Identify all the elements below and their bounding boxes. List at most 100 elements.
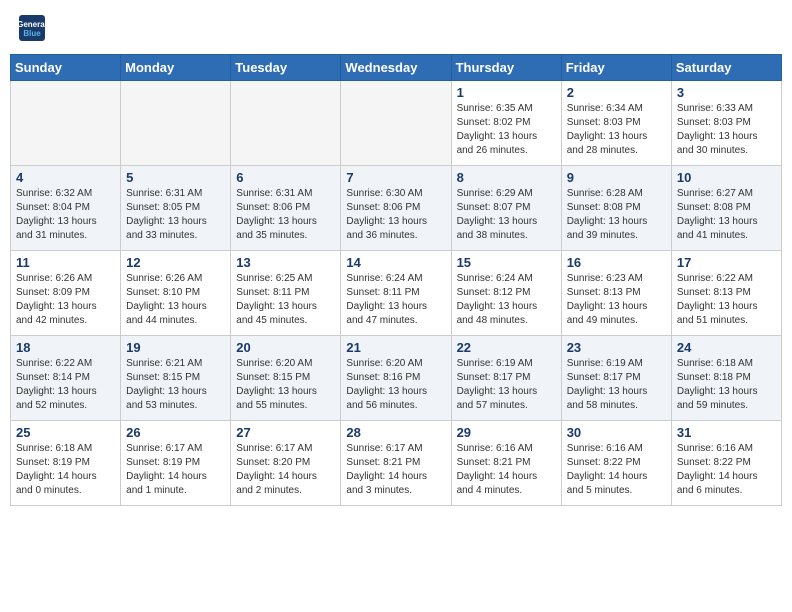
calendar-cell: 17 Sunrise: 6:22 AMSunset: 8:13 PMDayligh…: [671, 251, 781, 336]
day-number: 24: [677, 340, 776, 355]
day-number: 3: [677, 85, 776, 100]
calendar-cell: 21 Sunrise: 6:20 AMSunset: 8:16 PMDayligh…: [341, 336, 451, 421]
calendar-day-header: Friday: [561, 55, 671, 81]
day-number: 21: [346, 340, 445, 355]
calendar-table: SundayMondayTuesdayWednesdayThursdayFrid…: [10, 54, 782, 506]
day-number: 15: [457, 255, 556, 270]
calendar-cell: 7 Sunrise: 6:30 AMSunset: 8:06 PMDaylight…: [341, 166, 451, 251]
day-number: 5: [126, 170, 225, 185]
day-info: Sunrise: 6:28 AMSunset: 8:08 PMDaylight:…: [567, 187, 666, 243]
day-info: Sunrise: 6:18 AMSunset: 8:18 PMDaylight:…: [677, 357, 776, 413]
day-number: 2: [567, 85, 666, 100]
calendar-day-header: Tuesday: [231, 55, 341, 81]
day-number: 20: [236, 340, 335, 355]
calendar-cell: 23 Sunrise: 6:19 AMSunset: 8:17 PMDayligh…: [561, 336, 671, 421]
calendar-day-header: Wednesday: [341, 55, 451, 81]
calendar-cell: 22 Sunrise: 6:19 AMSunset: 8:17 PMDayligh…: [451, 336, 561, 421]
calendar-day-header: Saturday: [671, 55, 781, 81]
day-number: 19: [126, 340, 225, 355]
day-info: Sunrise: 6:17 AMSunset: 8:21 PMDaylight:…: [346, 442, 445, 498]
day-info: Sunrise: 6:22 AMSunset: 8:13 PMDaylight:…: [677, 272, 776, 328]
day-number: 28: [346, 425, 445, 440]
calendar-cell: [231, 81, 341, 166]
calendar-header-row: SundayMondayTuesdayWednesdayThursdayFrid…: [11, 55, 782, 81]
day-info: Sunrise: 6:27 AMSunset: 8:08 PMDaylight:…: [677, 187, 776, 243]
day-number: 27: [236, 425, 335, 440]
day-info: Sunrise: 6:22 AMSunset: 8:14 PMDaylight:…: [16, 357, 115, 413]
day-number: 8: [457, 170, 556, 185]
day-info: Sunrise: 6:31 AMSunset: 8:06 PMDaylight:…: [236, 187, 335, 243]
calendar-cell: 10 Sunrise: 6:27 AMSunset: 8:08 PMDayligh…: [671, 166, 781, 251]
day-number: 17: [677, 255, 776, 270]
day-number: 11: [16, 255, 115, 270]
day-info: Sunrise: 6:20 AMSunset: 8:16 PMDaylight:…: [346, 357, 445, 413]
day-number: 30: [567, 425, 666, 440]
calendar-cell: 12 Sunrise: 6:26 AMSunset: 8:10 PMDayligh…: [121, 251, 231, 336]
day-info: Sunrise: 6:32 AMSunset: 8:04 PMDaylight:…: [16, 187, 115, 243]
calendar-cell: 2 Sunrise: 6:34 AMSunset: 8:03 PMDaylight…: [561, 81, 671, 166]
day-number: 10: [677, 170, 776, 185]
calendar-cell: 25Sunrise: 6:18 AMSunset: 8:19 PMDayligh…: [11, 421, 121, 506]
day-number: 18: [16, 340, 115, 355]
calendar-cell: [341, 81, 451, 166]
calendar-cell: 16 Sunrise: 6:23 AMSunset: 8:13 PMDayligh…: [561, 251, 671, 336]
calendar-cell: 28 Sunrise: 6:17 AMSunset: 8:21 PMDayligh…: [341, 421, 451, 506]
calendar-cell: 18 Sunrise: 6:22 AMSunset: 8:14 PMDayligh…: [11, 336, 121, 421]
day-info: Sunrise: 6:16 AMSunset: 8:21 PMDaylight:…: [457, 442, 556, 498]
calendar-week-row: 18 Sunrise: 6:22 AMSunset: 8:14 PMDayligh…: [11, 336, 782, 421]
svg-text:General: General: [18, 20, 46, 29]
day-number: 29: [457, 425, 556, 440]
day-info: Sunrise: 6:17 AMSunset: 8:19 PMDaylight:…: [126, 442, 225, 498]
calendar-cell: 30Sunrise: 6:16 AMSunset: 8:22 PMDayligh…: [561, 421, 671, 506]
day-number: 7: [346, 170, 445, 185]
calendar-cell: 9 Sunrise: 6:28 AMSunset: 8:08 PMDaylight…: [561, 166, 671, 251]
calendar-cell: [121, 81, 231, 166]
calendar-cell: 8 Sunrise: 6:29 AMSunset: 8:07 PMDaylight…: [451, 166, 561, 251]
calendar-cell: 27 Sunrise: 6:17 AMSunset: 8:20 PMDayligh…: [231, 421, 341, 506]
day-info: Sunrise: 6:33 AMSunset: 8:03 PMDaylight:…: [677, 102, 776, 158]
day-info: Sunrise: 6:24 AMSunset: 8:12 PMDaylight:…: [457, 272, 556, 328]
day-info: Sunrise: 6:20 AMSunset: 8:15 PMDaylight:…: [236, 357, 335, 413]
day-info: Sunrise: 6:35 AMSunset: 8:02 PMDaylight:…: [457, 102, 556, 158]
day-info: Sunrise: 6:29 AMSunset: 8:07 PMDaylight:…: [457, 187, 556, 243]
day-info: Sunrise: 6:17 AMSunset: 8:20 PMDaylight:…: [236, 442, 335, 498]
calendar-day-header: Thursday: [451, 55, 561, 81]
day-number: 22: [457, 340, 556, 355]
calendar-cell: 26 Sunrise: 6:17 AMSunset: 8:19 PMDayligh…: [121, 421, 231, 506]
day-info: Sunrise: 6:26 AMSunset: 8:10 PMDaylight:…: [126, 272, 225, 328]
calendar-cell: 5 Sunrise: 6:31 AMSunset: 8:05 PMDaylight…: [121, 166, 231, 251]
calendar-cell: [11, 81, 121, 166]
day-number: 12: [126, 255, 225, 270]
day-number: 9: [567, 170, 666, 185]
day-number: 26: [126, 425, 225, 440]
calendar-day-header: Monday: [121, 55, 231, 81]
day-number: 16: [567, 255, 666, 270]
calendar-day-header: Sunday: [11, 55, 121, 81]
day-info: Sunrise: 6:19 AMSunset: 8:17 PMDaylight:…: [457, 357, 556, 413]
calendar-cell: 15 Sunrise: 6:24 AMSunset: 8:12 PMDayligh…: [451, 251, 561, 336]
calendar-cell: 24 Sunrise: 6:18 AMSunset: 8:18 PMDayligh…: [671, 336, 781, 421]
calendar-cell: 11Sunrise: 6:26 AMSunset: 8:09 PMDayligh…: [11, 251, 121, 336]
day-number: 6: [236, 170, 335, 185]
calendar-cell: 14Sunrise: 6:24 AMSunset: 8:11 PMDayligh…: [341, 251, 451, 336]
calendar-week-row: 25Sunrise: 6:18 AMSunset: 8:19 PMDayligh…: [11, 421, 782, 506]
day-number: 23: [567, 340, 666, 355]
calendar-week-row: 1Sunrise: 6:35 AMSunset: 8:02 PMDaylight…: [11, 81, 782, 166]
day-info: Sunrise: 6:34 AMSunset: 8:03 PMDaylight:…: [567, 102, 666, 158]
logo: General Blue: [18, 14, 48, 42]
day-info: Sunrise: 6:25 AMSunset: 8:11 PMDaylight:…: [236, 272, 335, 328]
calendar-cell: 19 Sunrise: 6:21 AMSunset: 8:15 PMDayligh…: [121, 336, 231, 421]
calendar-week-row: 4Sunrise: 6:32 AMSunset: 8:04 PMDaylight…: [11, 166, 782, 251]
day-info: Sunrise: 6:19 AMSunset: 8:17 PMDaylight:…: [567, 357, 666, 413]
page-header: General Blue: [10, 10, 782, 46]
svg-text:Blue: Blue: [23, 29, 41, 38]
calendar-cell: 4Sunrise: 6:32 AMSunset: 8:04 PMDaylight…: [11, 166, 121, 251]
day-info: Sunrise: 6:30 AMSunset: 8:06 PMDaylight:…: [346, 187, 445, 243]
day-number: 25: [16, 425, 115, 440]
day-info: Sunrise: 6:21 AMSunset: 8:15 PMDaylight:…: [126, 357, 225, 413]
day-number: 13: [236, 255, 335, 270]
day-info: Sunrise: 6:31 AMSunset: 8:05 PMDaylight:…: [126, 187, 225, 243]
day-info: Sunrise: 6:24 AMSunset: 8:11 PMDaylight:…: [346, 272, 445, 328]
calendar-cell: 1Sunrise: 6:35 AMSunset: 8:02 PMDaylight…: [451, 81, 561, 166]
day-info: Sunrise: 6:23 AMSunset: 8:13 PMDaylight:…: [567, 272, 666, 328]
